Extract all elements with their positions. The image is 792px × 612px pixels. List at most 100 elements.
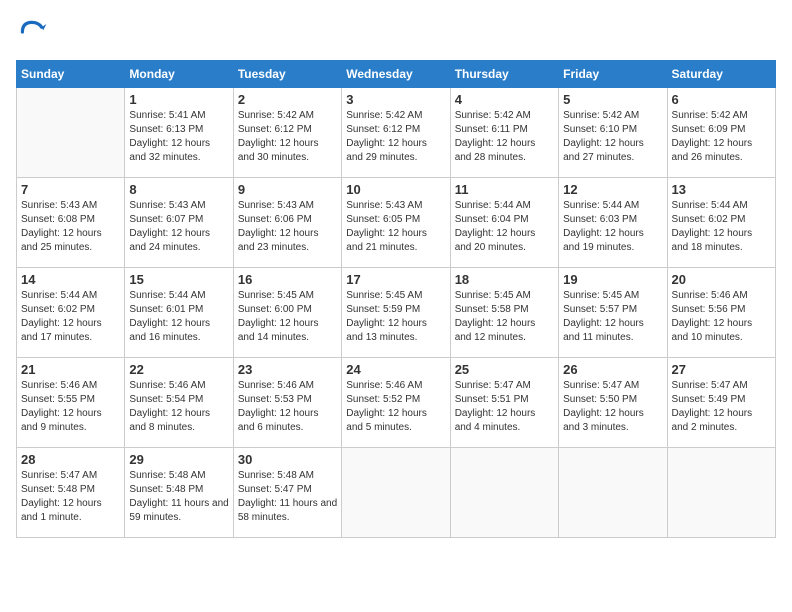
calendar-cell: 15 Sunrise: 5:44 AMSunset: 6:01 PMDayligh… — [125, 268, 233, 358]
day-info: Sunrise: 5:42 AMSunset: 6:09 PMDaylight:… — [672, 109, 771, 165]
day-number: 6 — [672, 92, 771, 107]
day-number: 21 — [21, 362, 120, 377]
calendar-cell: 8 Sunrise: 5:43 AMSunset: 6:07 PMDaylight… — [125, 178, 233, 268]
header-monday: Monday — [125, 61, 233, 88]
calendar-cell: 16 Sunrise: 5:45 AMSunset: 6:00 PMDayligh… — [233, 268, 341, 358]
day-number: 12 — [563, 182, 662, 197]
calendar-cell: 6 Sunrise: 5:42 AMSunset: 6:09 PMDaylight… — [667, 88, 775, 178]
header-tuesday: Tuesday — [233, 61, 341, 88]
day-info: Sunrise: 5:44 AMSunset: 6:01 PMDaylight:… — [129, 289, 228, 345]
day-number: 29 — [129, 452, 228, 467]
day-number: 13 — [672, 182, 771, 197]
day-number: 26 — [563, 362, 662, 377]
calendar-cell: 20Sunrise: 5:46 AMSunset: 5:56 PMDayligh… — [667, 268, 775, 358]
day-number: 22 — [129, 362, 228, 377]
day-info: Sunrise: 5:44 AMSunset: 6:02 PMDaylight:… — [672, 199, 771, 255]
calendar-cell: 30Sunrise: 5:48 AMSunset: 5:47 PMDayligh… — [233, 448, 341, 538]
calendar-cell: 1 Sunrise: 5:41 AMSunset: 6:13 PMDaylight… — [125, 88, 233, 178]
day-info: Sunrise: 5:42 AMSunset: 6:12 PMDaylight:… — [238, 109, 337, 165]
header-thursday: Thursday — [450, 61, 558, 88]
day-info: Sunrise: 5:43 AMSunset: 6:07 PMDaylight:… — [129, 199, 228, 255]
calendar-cell: 18 Sunrise: 5:45 AMSunset: 5:58 PMDayligh… — [450, 268, 558, 358]
calendar-cell: 7 Sunrise: 5:43 AMSunset: 6:08 PMDaylight… — [17, 178, 125, 268]
day-info: Sunrise: 5:41 AMSunset: 6:13 PMDaylight:… — [129, 109, 228, 165]
calendar-cell: 13 Sunrise: 5:44 AMSunset: 6:02 PMDayligh… — [667, 178, 775, 268]
day-info: Sunrise: 5:45 AMSunset: 5:58 PMDaylight:… — [455, 289, 554, 345]
header — [16, 16, 776, 48]
header-saturday: Saturday — [667, 61, 775, 88]
calendar-cell: 23Sunrise: 5:46 AMSunset: 5:53 PMDayligh… — [233, 358, 341, 448]
logo — [16, 16, 52, 48]
day-info: Sunrise: 5:43 AMSunset: 6:06 PMDaylight:… — [238, 199, 337, 255]
calendar-cell: 10Sunrise: 5:43 AMSunset: 6:05 PMDayligh… — [342, 178, 450, 268]
calendar-week-3: 14 Sunrise: 5:44 AMSunset: 6:02 PMDayligh… — [17, 268, 776, 358]
calendar-week-5: 28 Sunrise: 5:47 AMSunset: 5:48 PMDayligh… — [17, 448, 776, 538]
day-number: 4 — [455, 92, 554, 107]
day-number: 2 — [238, 92, 337, 107]
day-info: Sunrise: 5:47 AMSunset: 5:49 PMDaylight:… — [672, 379, 771, 435]
calendar-cell: 5 Sunrise: 5:42 AMSunset: 6:10 PMDaylight… — [559, 88, 667, 178]
day-number: 17 — [346, 272, 445, 287]
day-number: 3 — [346, 92, 445, 107]
day-info: Sunrise: 5:45 AMSunset: 5:59 PMDaylight:… — [346, 289, 445, 345]
day-number: 15 — [129, 272, 228, 287]
day-number: 14 — [21, 272, 120, 287]
calendar-cell: 14 Sunrise: 5:44 AMSunset: 6:02 PMDayligh… — [17, 268, 125, 358]
calendar-cell — [342, 448, 450, 538]
day-number: 20 — [672, 272, 771, 287]
day-number: 28 — [21, 452, 120, 467]
header-friday: Friday — [559, 61, 667, 88]
calendar-cell — [667, 448, 775, 538]
day-number: 19 — [563, 272, 662, 287]
calendar-cell: 11Sunrise: 5:44 AMSunset: 6:04 PMDayligh… — [450, 178, 558, 268]
header-wednesday: Wednesday — [342, 61, 450, 88]
day-number: 27 — [672, 362, 771, 377]
day-info: Sunrise: 5:44 AMSunset: 6:02 PMDaylight:… — [21, 289, 120, 345]
day-number: 16 — [238, 272, 337, 287]
calendar-cell: 26 Sunrise: 5:47 AMSunset: 5:50 PMDayligh… — [559, 358, 667, 448]
header-sunday: Sunday — [17, 61, 125, 88]
day-info: Sunrise: 5:45 AMSunset: 5:57 PMDaylight:… — [563, 289, 662, 345]
calendar-cell: 27 Sunrise: 5:47 AMSunset: 5:49 PMDayligh… — [667, 358, 775, 448]
calendar-cell: 24 Sunrise: 5:46 AMSunset: 5:52 PMDayligh… — [342, 358, 450, 448]
day-info: Sunrise: 5:48 AMSunset: 5:47 PMDaylight:… — [238, 469, 337, 525]
day-info: Sunrise: 5:47 AMSunset: 5:50 PMDaylight:… — [563, 379, 662, 435]
day-number: 5 — [563, 92, 662, 107]
calendar-cell: 2 Sunrise: 5:42 AMSunset: 6:12 PMDaylight… — [233, 88, 341, 178]
day-info: Sunrise: 5:44 AMSunset: 6:04 PMDaylight:… — [455, 199, 554, 255]
calendar-week-2: 7 Sunrise: 5:43 AMSunset: 6:08 PMDaylight… — [17, 178, 776, 268]
day-number: 25 — [455, 362, 554, 377]
day-info: Sunrise: 5:44 AMSunset: 6:03 PMDaylight:… — [563, 199, 662, 255]
calendar-cell: 22Sunrise: 5:46 AMSunset: 5:54 PMDayligh… — [125, 358, 233, 448]
day-number: 7 — [21, 182, 120, 197]
calendar-cell: 4 Sunrise: 5:42 AMSunset: 6:11 PMDaylight… — [450, 88, 558, 178]
calendar-cell — [559, 448, 667, 538]
calendar-week-4: 21 Sunrise: 5:46 AMSunset: 5:55 PMDayligh… — [17, 358, 776, 448]
calendar-cell: 12 Sunrise: 5:44 AMSunset: 6:03 PMDayligh… — [559, 178, 667, 268]
calendar-cell: 21 Sunrise: 5:46 AMSunset: 5:55 PMDayligh… — [17, 358, 125, 448]
day-number: 9 — [238, 182, 337, 197]
calendar-cell: 19 Sunrise: 5:45 AMSunset: 5:57 PMDayligh… — [559, 268, 667, 358]
calendar-cell — [17, 88, 125, 178]
day-info: Sunrise: 5:43 AMSunset: 6:05 PMDaylight:… — [346, 199, 445, 255]
day-number: 24 — [346, 362, 445, 377]
calendar-cell: 3 Sunrise: 5:42 AMSunset: 6:12 PMDaylight… — [342, 88, 450, 178]
day-info: Sunrise: 5:45 AMSunset: 6:00 PMDaylight:… — [238, 289, 337, 345]
day-info: Sunrise: 5:46 AMSunset: 5:55 PMDaylight:… — [21, 379, 120, 435]
day-info: Sunrise: 5:48 AMSunset: 5:48 PMDaylight:… — [129, 469, 228, 525]
day-info: Sunrise: 5:42 AMSunset: 6:11 PMDaylight:… — [455, 109, 554, 165]
day-info: Sunrise: 5:42 AMSunset: 6:10 PMDaylight:… — [563, 109, 662, 165]
day-info: Sunrise: 5:47 AMSunset: 5:51 PMDaylight:… — [455, 379, 554, 435]
calendar-cell: 29 Sunrise: 5:48 AMSunset: 5:48 PMDayligh… — [125, 448, 233, 538]
day-info: Sunrise: 5:46 AMSunset: 5:52 PMDaylight:… — [346, 379, 445, 435]
calendar-cell: 28 Sunrise: 5:47 AMSunset: 5:48 PMDayligh… — [17, 448, 125, 538]
day-info: Sunrise: 5:42 AMSunset: 6:12 PMDaylight:… — [346, 109, 445, 165]
day-info: Sunrise: 5:47 AMSunset: 5:48 PMDaylight:… — [21, 469, 120, 525]
day-number: 8 — [129, 182, 228, 197]
day-number: 1 — [129, 92, 228, 107]
calendar-header-row: SundayMondayTuesdayWednesdayThursdayFrid… — [17, 61, 776, 88]
calendar-week-1: 1 Sunrise: 5:41 AMSunset: 6:13 PMDaylight… — [17, 88, 776, 178]
calendar-cell: 9 Sunrise: 5:43 AMSunset: 6:06 PMDaylight… — [233, 178, 341, 268]
day-number: 18 — [455, 272, 554, 287]
day-info: Sunrise: 5:43 AMSunset: 6:08 PMDaylight:… — [21, 199, 120, 255]
